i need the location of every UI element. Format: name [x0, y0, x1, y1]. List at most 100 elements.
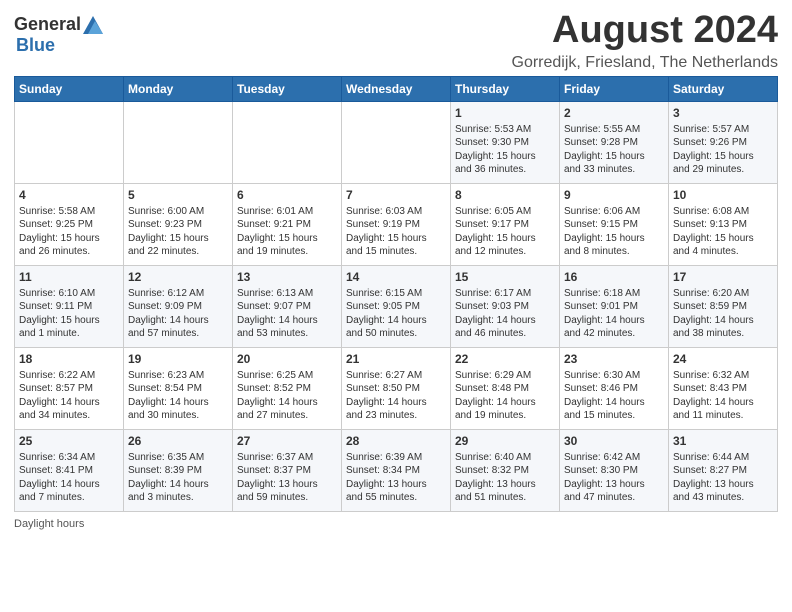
col-monday: Monday	[124, 76, 233, 101]
day-info: Sunrise: 6:40 AMSunset: 8:32 PMDaylight:…	[455, 451, 555, 505]
day-number: 17	[673, 269, 773, 285]
logo-area: General Blue	[14, 10, 103, 56]
calendar-week-1: 1 Sunrise: 5:53 AMSunset: 9:30 PMDaylight…	[15, 101, 778, 183]
calendar-cell: 27Sunrise: 6:37 AMSunset: 8:37 PMDayligh…	[233, 429, 342, 511]
day-number: 2	[564, 105, 664, 121]
calendar-cell	[233, 101, 342, 183]
day-info: Sunrise: 6:29 AMSunset: 8:48 PMDaylight:…	[455, 369, 555, 423]
day-info: Sunrise: 6:08 AMSunset: 9:13 PMDaylight:…	[673, 205, 773, 259]
calendar-week-5: 25 Sunrise: 6:34 AMSunset: 8:41 PMDayligh…	[15, 429, 778, 511]
calendar-cell: 21Sunrise: 6:27 AMSunset: 8:50 PMDayligh…	[342, 347, 451, 429]
day-number: 12	[128, 269, 228, 285]
calendar-cell: 23Sunrise: 6:30 AMSunset: 8:46 PMDayligh…	[560, 347, 669, 429]
day-info: Sunrise: 6:03 AMSunset: 9:19 PMDaylight:…	[346, 205, 446, 259]
calendar-cell: 15Sunrise: 6:17 AMSunset: 9:03 PMDayligh…	[451, 265, 560, 347]
col-sunday: Sunday	[15, 76, 124, 101]
day-number: 22	[455, 351, 555, 367]
calendar-cell: 26 Sunrise: 6:35 AMSunset: 8:39 PMDayligh…	[124, 429, 233, 511]
calendar-cell: 30 Sunrise: 6:42 AMSunset: 8:30 PMDayligh…	[560, 429, 669, 511]
calendar-cell	[342, 101, 451, 183]
calendar-week-4: 18Sunrise: 6:22 AMSunset: 8:57 PMDayligh…	[15, 347, 778, 429]
day-info: Sunrise: 6:18 AMSunset: 9:01 PMDaylight:…	[564, 287, 664, 341]
calendar-week-3: 11 Sunrise: 6:10 AMSunset: 9:11 PMDayligh…	[15, 265, 778, 347]
calendar-cell: 1 Sunrise: 5:53 AMSunset: 9:30 PMDaylight…	[451, 101, 560, 183]
day-number: 26	[128, 433, 228, 449]
col-saturday: Saturday	[669, 76, 778, 101]
logo-icon	[83, 16, 103, 34]
day-info: Sunrise: 6:05 AMSunset: 9:17 PMDaylight:…	[455, 205, 555, 259]
calendar-cell: 29 Sunrise: 6:40 AMSunset: 8:32 PMDayligh…	[451, 429, 560, 511]
calendar-cell: 2 Sunrise: 5:55 AMSunset: 9:28 PMDaylight…	[560, 101, 669, 183]
page: General Blue August 2024 Gorredijk, Frie…	[0, 0, 792, 612]
calendar-cell: 4Sunrise: 5:58 AMSunset: 9:25 PMDaylight…	[15, 183, 124, 265]
col-thursday: Thursday	[451, 76, 560, 101]
day-info: Sunrise: 5:57 AMSunset: 9:26 PMDaylight:…	[673, 123, 773, 177]
calendar-cell: 8Sunrise: 6:05 AMSunset: 9:17 PMDaylight…	[451, 183, 560, 265]
day-info: Sunrise: 5:58 AMSunset: 9:25 PMDaylight:…	[19, 205, 119, 259]
day-number: 6	[237, 187, 337, 203]
day-info: Sunrise: 6:44 AMSunset: 8:27 PMDaylight:…	[673, 451, 773, 505]
col-tuesday: Tuesday	[233, 76, 342, 101]
day-info: Sunrise: 6:34 AMSunset: 8:41 PMDaylight:…	[19, 451, 119, 505]
col-wednesday: Wednesday	[342, 76, 451, 101]
day-info: Sunrise: 6:10 AMSunset: 9:11 PMDaylight:…	[19, 287, 119, 341]
day-number: 27	[237, 433, 337, 449]
day-number: 7	[346, 187, 446, 203]
calendar-cell: 31 Sunrise: 6:44 AMSunset: 8:27 PMDayligh…	[669, 429, 778, 511]
day-info: Sunrise: 6:01 AMSunset: 9:21 PMDaylight:…	[237, 205, 337, 259]
day-number: 15	[455, 269, 555, 285]
day-info: Sunrise: 6:32 AMSunset: 8:43 PMDaylight:…	[673, 369, 773, 423]
day-number: 21	[346, 351, 446, 367]
calendar-cell	[124, 101, 233, 183]
day-number: 11	[19, 269, 119, 285]
day-number: 1	[455, 105, 555, 121]
day-info: Sunrise: 6:35 AMSunset: 8:39 PMDaylight:…	[128, 451, 228, 505]
calendar-cell: 13Sunrise: 6:13 AMSunset: 9:07 PMDayligh…	[233, 265, 342, 347]
day-number: 29	[455, 433, 555, 449]
day-number: 25	[19, 433, 119, 449]
logo-blue: Blue	[16, 35, 55, 55]
calendar-cell: 20Sunrise: 6:25 AMSunset: 8:52 PMDayligh…	[233, 347, 342, 429]
calendar: Sunday Monday Tuesday Wednesday Thursday…	[14, 76, 778, 512]
day-number: 9	[564, 187, 664, 203]
calendar-cell: 28 Sunrise: 6:39 AMSunset: 8:34 PMDayligh…	[342, 429, 451, 511]
day-info: Sunrise: 6:42 AMSunset: 8:30 PMDaylight:…	[564, 451, 664, 505]
day-number: 28	[346, 433, 446, 449]
day-info: Sunrise: 6:06 AMSunset: 9:15 PMDaylight:…	[564, 205, 664, 259]
col-friday: Friday	[560, 76, 669, 101]
day-number: 31	[673, 433, 773, 449]
calendar-cell: 17 Sunrise: 6:20 AMSunset: 8:59 PMDayligh…	[669, 265, 778, 347]
day-info: Sunrise: 6:00 AMSunset: 9:23 PMDaylight:…	[128, 205, 228, 259]
day-number: 5	[128, 187, 228, 203]
day-info: Sunrise: 6:30 AMSunset: 8:46 PMDaylight:…	[564, 369, 664, 423]
calendar-cell: 19Sunrise: 6:23 AMSunset: 8:54 PMDayligh…	[124, 347, 233, 429]
calendar-cell: 5 Sunrise: 6:00 AMSunset: 9:23 PMDaylight…	[124, 183, 233, 265]
day-number: 10	[673, 187, 773, 203]
day-number: 16	[564, 269, 664, 285]
subtitle: Gorredijk, Friesland, The Netherlands	[512, 54, 779, 72]
day-info: Sunrise: 6:25 AMSunset: 8:52 PMDaylight:…	[237, 369, 337, 423]
day-info: Sunrise: 6:20 AMSunset: 8:59 PMDaylight:…	[673, 287, 773, 341]
footer-note: Daylight hours	[14, 518, 778, 530]
calendar-week-2: 4Sunrise: 5:58 AMSunset: 9:25 PMDaylight…	[15, 183, 778, 265]
day-info: Sunrise: 5:55 AMSunset: 9:28 PMDaylight:…	[564, 123, 664, 177]
calendar-cell: 11 Sunrise: 6:10 AMSunset: 9:11 PMDayligh…	[15, 265, 124, 347]
calendar-cell: 7 Sunrise: 6:03 AMSunset: 9:19 PMDaylight…	[342, 183, 451, 265]
day-info: Sunrise: 6:23 AMSunset: 8:54 PMDaylight:…	[128, 369, 228, 423]
header: General Blue August 2024 Gorredijk, Frie…	[14, 10, 778, 72]
day-number: 14	[346, 269, 446, 285]
calendar-cell: 9 Sunrise: 6:06 AMSunset: 9:15 PMDaylight…	[560, 183, 669, 265]
day-number: 3	[673, 105, 773, 121]
day-info: Sunrise: 6:13 AMSunset: 9:07 PMDaylight:…	[237, 287, 337, 341]
day-info: Sunrise: 6:15 AMSunset: 9:05 PMDaylight:…	[346, 287, 446, 341]
logo-general: General	[14, 14, 81, 35]
day-number: 18	[19, 351, 119, 367]
day-number: 30	[564, 433, 664, 449]
day-info: Sunrise: 5:53 AMSunset: 9:30 PMDaylight:…	[455, 123, 555, 177]
title-area: August 2024 Gorredijk, Friesland, The Ne…	[512, 10, 779, 72]
day-info: Sunrise: 6:12 AMSunset: 9:09 PMDaylight:…	[128, 287, 228, 341]
day-info: Sunrise: 6:39 AMSunset: 8:34 PMDaylight:…	[346, 451, 446, 505]
main-title: August 2024	[512, 10, 779, 52]
calendar-cell: 12 Sunrise: 6:12 AMSunset: 9:09 PMDayligh…	[124, 265, 233, 347]
calendar-cell: 10 Sunrise: 6:08 AMSunset: 9:13 PMDayligh…	[669, 183, 778, 265]
